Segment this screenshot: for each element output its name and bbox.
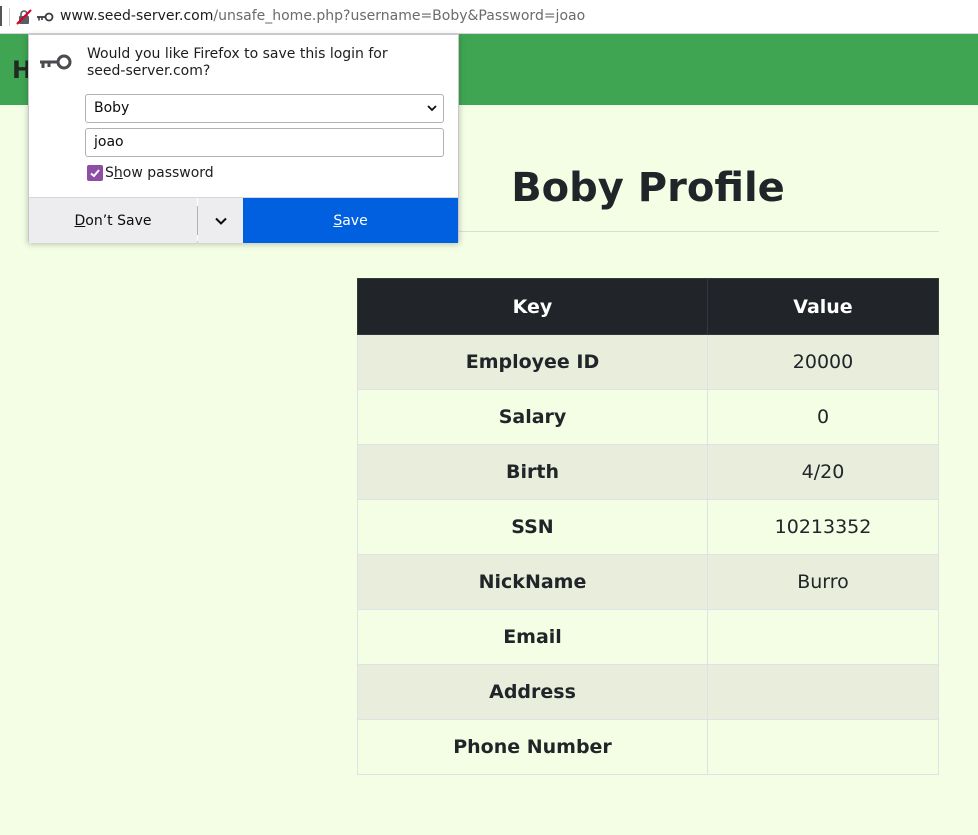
row-key: Phone Number <box>357 719 708 775</box>
row-key: Employee ID <box>357 334 708 390</box>
urlbar-separator <box>9 8 10 26</box>
row-key: Birth <box>357 444 708 500</box>
row-value <box>707 719 939 775</box>
column-header-value: Value <box>707 278 939 335</box>
username-value: Boby <box>94 100 130 116</box>
row-key: NickName <box>357 554 708 610</box>
url-path: /unsafe_home.php?username=Boby&Password=… <box>213 8 586 24</box>
row-value: 4/20 <box>707 444 939 500</box>
table-row: Phone Number <box>357 719 939 775</box>
table-row: Email <box>357 609 939 665</box>
url-text[interactable]: www.seed-server.com/unsafe_home.php?user… <box>60 8 585 24</box>
row-value: Burro <box>707 554 939 610</box>
row-key: SSN <box>357 499 708 555</box>
row-value <box>707 664 939 720</box>
row-value: 0 <box>707 389 939 445</box>
table-header-row: Key Value <box>357 278 939 335</box>
save-login-popup: Would you like Firefox to save this logi… <box>28 34 459 243</box>
checkmark-icon <box>90 169 100 178</box>
table-row: Birth 4/20 <box>357 444 939 500</box>
save-login-question: Would you like Firefox to save this logi… <box>87 46 388 79</box>
password-value: joao <box>94 134 124 150</box>
url-host: www.seed-server.com <box>60 8 214 24</box>
key-icon <box>40 54 72 70</box>
show-password-checkbox[interactable] <box>87 165 103 181</box>
table-row: SSN 10213352 <box>357 499 939 555</box>
row-key: Salary <box>357 389 708 445</box>
password-field[interactable]: joao <box>85 128 444 157</box>
table-row: NickName Burro <box>357 554 939 610</box>
table-row: Employee ID 20000 <box>357 334 939 390</box>
show-password-toggle[interactable]: Show password <box>87 165 214 181</box>
profile-table: Key Value Employee ID 20000 Salary 0 Bir… <box>357 278 939 775</box>
save-button[interactable]: Save <box>243 198 458 243</box>
chevron-down-icon <box>427 105 437 112</box>
chevron-down-icon <box>214 217 227 225</box>
column-header-key: Key <box>357 278 708 335</box>
window-edge <box>0 6 2 26</box>
table-row: Salary 0 <box>357 389 939 445</box>
row-value <box>707 609 939 665</box>
url-bar[interactable]: www.seed-server.com/unsafe_home.php?user… <box>0 0 978 34</box>
key-icon[interactable] <box>36 11 54 23</box>
row-key: Address <box>357 664 708 720</box>
table-row: Address <box>357 664 939 720</box>
popup-footer: Don’t Save Save <box>29 197 458 243</box>
username-select[interactable]: Boby <box>85 94 444 123</box>
row-value: 20000 <box>707 334 939 390</box>
dont-save-button[interactable]: Don’t Save <box>29 198 197 243</box>
insecure-connection-icon[interactable] <box>16 9 32 25</box>
row-value: 10213352 <box>707 499 939 555</box>
more-options-button[interactable] <box>198 198 243 243</box>
row-key: Email <box>357 609 708 665</box>
show-password-label: Show password <box>105 165 214 181</box>
